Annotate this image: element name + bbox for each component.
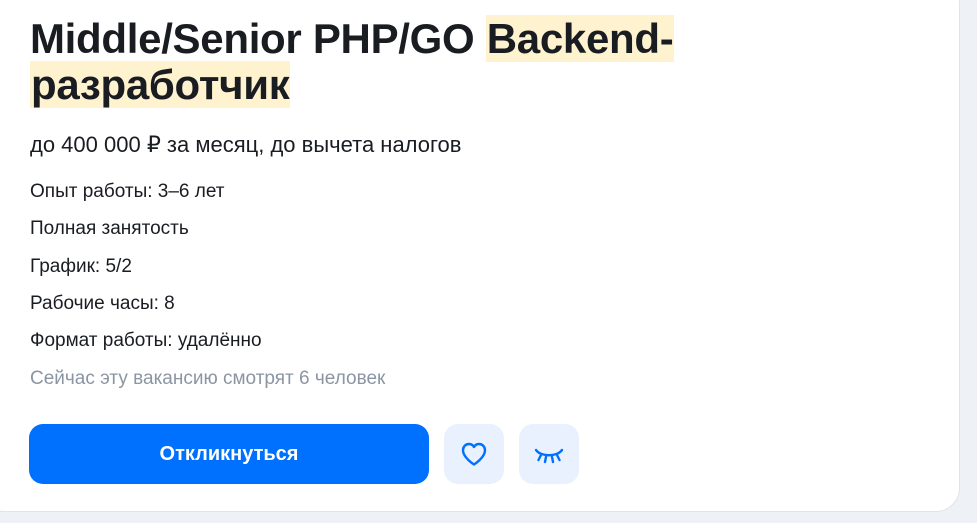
closed-eye-icon (533, 441, 565, 467)
favorite-button[interactable] (444, 424, 504, 484)
vacancy-schedule: График: 5/2 (30, 256, 132, 277)
vacancy-salary: до 400 000 ₽ за месяц, до вычета налогов (30, 132, 462, 157)
vacancy-employment: Полная занятость (30, 218, 189, 239)
apply-button[interactable]: Откликнуться (29, 424, 429, 484)
vacancy-viewers: Сейчас эту вакансию смотрят 6 человек (30, 368, 386, 389)
vacancy-title: Middle/Senior PHP/GO Backend-разработчик (30, 15, 910, 108)
hide-vacancy-button[interactable] (519, 424, 579, 484)
heart-icon (459, 440, 489, 468)
vacancy-experience: Опыт работы: 3–6 лет (30, 181, 225, 202)
vacancy-title-text: Middle/Senior PHP/GO (30, 15, 486, 62)
vacancy-work-format: Формат работы: удалённо (30, 330, 262, 351)
vacancy-working-hours: Рабочие часы: 8 (30, 293, 175, 314)
